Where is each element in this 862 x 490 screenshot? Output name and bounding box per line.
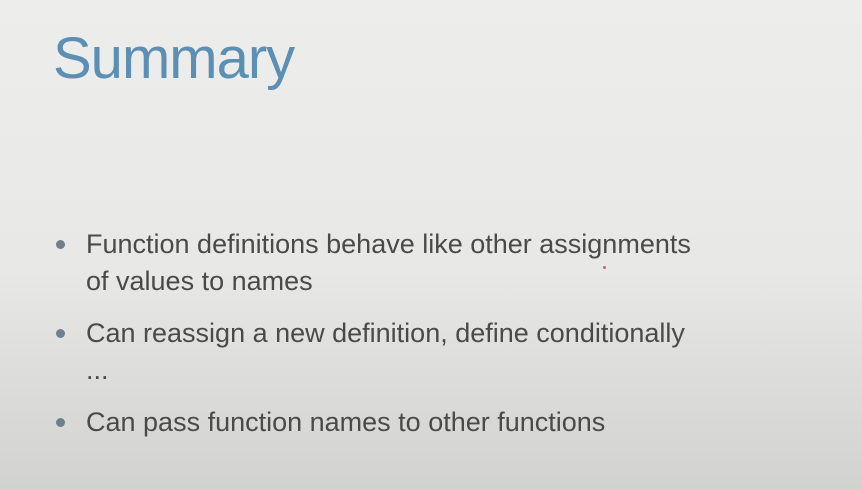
bullet-item: Can reassign a new definition, define co… <box>56 315 846 389</box>
bullet-text: Can pass function names to other functio… <box>86 407 606 437</box>
pointer-dot <box>603 266 606 269</box>
bullet-item: Can pass function names to other functio… <box>56 404 846 441</box>
bullet-dot-icon <box>56 418 65 427</box>
bullet-list: Function definitions behave like other a… <box>56 226 846 441</box>
slide: Summary Function definitions behave like… <box>0 0 862 490</box>
bullet-item: Function definitions behave like other a… <box>56 226 846 300</box>
bullet-text: Function definitions behave like other a… <box>86 229 691 296</box>
slide-title: Summary <box>53 26 295 91</box>
bullet-dot-icon <box>56 240 65 249</box>
bullet-dot-icon <box>56 329 65 338</box>
bullet-text: Can reassign a new definition, define co… <box>86 318 685 385</box>
